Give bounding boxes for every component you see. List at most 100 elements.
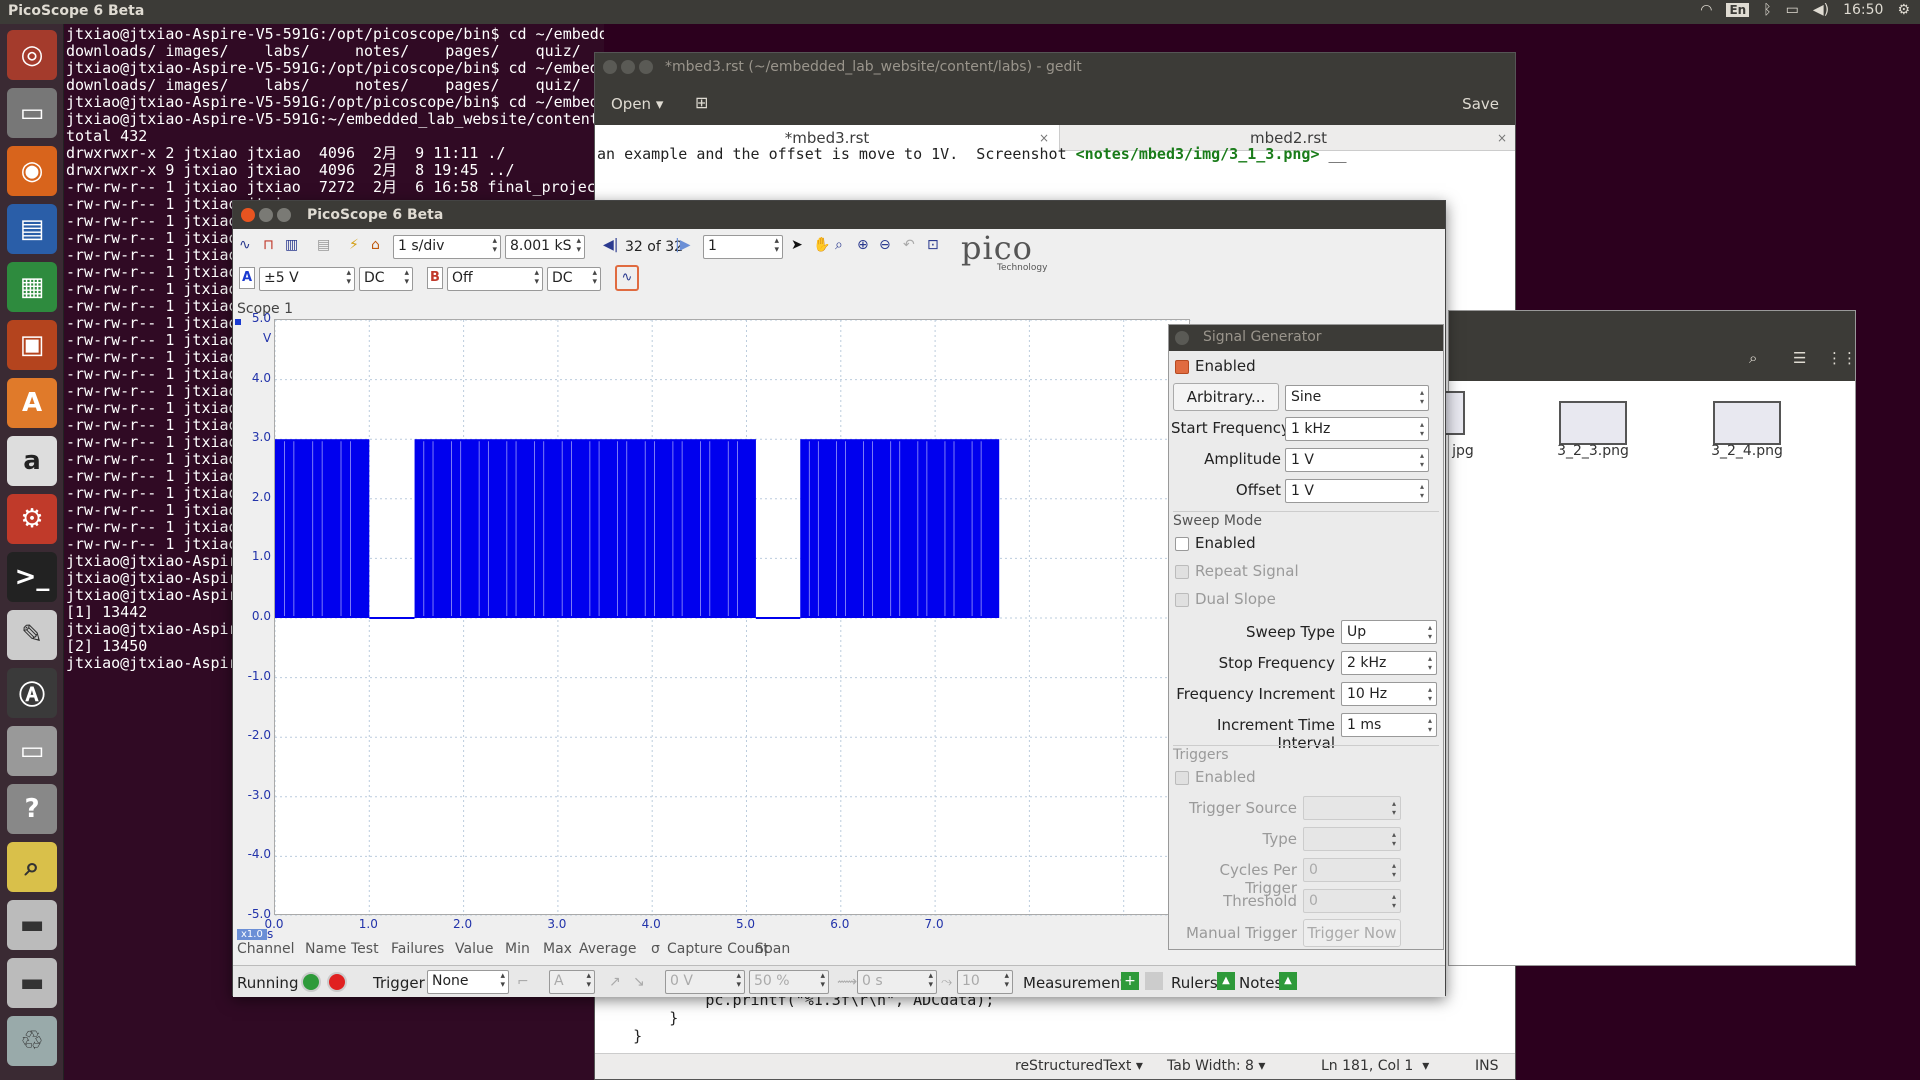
volume-icon[interactable]: ◀)	[1813, 2, 1829, 18]
system-settings-icon[interactable]: ⚙	[7, 494, 57, 544]
rulers-toggle-icon[interactable]: ▲	[1217, 972, 1235, 990]
calc-icon[interactable]: ▦	[7, 262, 57, 312]
firefox-icon[interactable]: ◉	[7, 146, 57, 196]
trigger-mode-select[interactable]: None ▴ ▾	[427, 970, 509, 994]
measure-mode-icon[interactable]: ▤	[317, 237, 330, 253]
update-manager-icon[interactable]: Ⓐ	[7, 668, 57, 718]
pointer-tool-icon[interactable]: ➤	[791, 237, 803, 253]
channel-a-range-select[interactable]: ±5 V ▴ ▾	[259, 267, 355, 291]
repeat-signal-checkbox[interactable]	[1175, 565, 1189, 579]
new-tab-icon[interactable]: ⊞	[695, 93, 708, 112]
stop-frequency-input[interactable]: 2 kHz ▴ ▾	[1341, 651, 1437, 675]
open-button[interactable]: Open ▾	[611, 95, 663, 113]
arbitrary-button[interactable]: Arbitrary...	[1173, 383, 1279, 411]
trigger-now-button[interactable]: Trigger Now	[1303, 919, 1401, 947]
start-button[interactable]	[301, 972, 321, 992]
threshold-input[interactable]: 0 ▴ ▾	[1303, 889, 1401, 913]
channel-b-button[interactable]: B	[427, 267, 443, 289]
persistence-mode-icon[interactable]: ⊓	[263, 237, 274, 253]
trigger-source-select[interactable]: ▴ ▾	[1303, 796, 1401, 820]
measurement-column-header[interactable]: Value	[455, 941, 493, 957]
trigger-count-input[interactable]: 10 ▴ ▾	[957, 970, 1013, 994]
zoom-out-icon[interactable]: ⊖	[879, 237, 891, 253]
pre-trigger-icon[interactable]: ⟿	[837, 974, 857, 990]
undo-zoom-icon[interactable]: ↶	[903, 237, 915, 253]
channel-b-range-select[interactable]: Off ▴ ▾	[447, 267, 543, 291]
picoscope-icon[interactable]: ⌕	[7, 842, 57, 892]
close-icon[interactable]	[603, 60, 617, 74]
file-name[interactable]: 3_2_3.png	[1543, 443, 1643, 459]
zoom-tool-icon[interactable]: ⌕	[835, 237, 843, 253]
grid-view-icon[interactable]: ⋮⋮	[1827, 349, 1857, 367]
scope-mode-icon[interactable]: ∿	[239, 237, 251, 253]
channel-a-coupling-select[interactable]: DC ▴ ▾	[359, 267, 413, 291]
sweep-type-select[interactable]: Up ▴ ▾	[1341, 620, 1437, 644]
hand-tool-icon[interactable]: ✋	[813, 237, 830, 253]
trigger-level-input[interactable]: 0 V ▴ ▾	[665, 970, 745, 994]
battery-icon[interactable]: ▭	[1786, 2, 1799, 18]
amazon-icon[interactable]: a	[7, 436, 57, 486]
measurement-column-header[interactable]: Min	[505, 941, 530, 957]
trigger-position-input[interactable]: 50 % ▴ ▾	[749, 970, 829, 994]
clock[interactable]: 16:50	[1843, 2, 1883, 18]
measurement-column-header[interactable]: Average	[579, 941, 637, 957]
trigger-enabled-checkbox[interactable]	[1175, 771, 1189, 785]
falling-edge-icon[interactable]: ↘	[633, 974, 645, 990]
trash-icon[interactable]: ♲	[7, 1016, 57, 1066]
enabled-checkbox[interactable]	[1175, 360, 1189, 374]
terminal-icon[interactable]: >_	[7, 552, 57, 602]
rising-edge-icon[interactable]: ↗	[609, 974, 621, 990]
minimize-icon[interactable]	[621, 60, 635, 74]
previous-buffer-icon[interactable]: ◀|	[603, 237, 618, 253]
cursor-position[interactable]: Ln 181, Col 1 ▾	[1321, 1058, 1429, 1074]
files-icon-2[interactable]: ▭	[7, 726, 57, 776]
language-selector[interactable]: reStructuredText ▾	[1015, 1058, 1143, 1074]
zoom-to-fit-icon[interactable]: ⊡	[927, 237, 939, 253]
text-editor-icon[interactable]: ✎	[7, 610, 57, 660]
hold-off-icon[interactable]: ⤳	[941, 974, 952, 990]
next-buffer-icon[interactable]: |▶	[675, 237, 690, 253]
keyboard-layout-indicator[interactable]: En	[1726, 3, 1750, 17]
editor-line[interactable]: }	[597, 1027, 642, 1045]
minimize-icon[interactable]	[259, 208, 273, 222]
settings-gear-icon[interactable]: ⚙	[1897, 2, 1910, 18]
bluetooth-icon[interactable]: ᛒ	[1763, 2, 1771, 18]
notes-toggle-icon[interactable]: ▲	[1279, 972, 1297, 990]
editor-line[interactable]: an example and the offset is move to 1V.…	[597, 145, 1347, 163]
scope-plot[interactable]	[274, 319, 1191, 917]
measurement-column-header[interactable]: Test	[351, 941, 379, 957]
stop-button[interactable]	[327, 972, 347, 992]
waveform-select[interactable]: Sine ▴ ▾	[1285, 385, 1429, 411]
file-thumbnail[interactable]	[1713, 401, 1781, 445]
file-name[interactable]: 3_2_4.png	[1697, 443, 1797, 459]
help-icon[interactable]: ?	[7, 784, 57, 834]
software-center-icon[interactable]: A	[7, 378, 57, 428]
save-button[interactable]: Save	[1462, 95, 1499, 113]
measurement-column-header[interactable]: Capture Count	[667, 941, 769, 957]
edit-measurement-icon[interactable]	[1145, 972, 1163, 990]
close-tab-icon[interactable]: ×	[1497, 125, 1507, 151]
tab-width-selector[interactable]: Tab Width: 8 ▾	[1167, 1058, 1265, 1074]
measurement-column-header[interactable]: Failures	[391, 941, 444, 957]
signal-generator-button[interactable]: ∿	[615, 265, 639, 291]
channel-a-button[interactable]: A	[239, 267, 255, 289]
frequency-increment-input[interactable]: 10 Hz ▴ ▾	[1341, 682, 1437, 706]
close-icon[interactable]	[1175, 331, 1189, 345]
capture-count-input[interactable]: 1 ▴ ▾	[703, 235, 783, 259]
maximize-icon[interactable]	[277, 208, 291, 222]
start-frequency-input[interactable]: 1 kHz ▴ ▾	[1285, 417, 1429, 441]
add-measurement-icon[interactable]: +	[1121, 972, 1139, 990]
increment-interval-input[interactable]: 1 ms ▴ ▾	[1341, 713, 1437, 737]
file-thumbnail[interactable]	[1559, 401, 1627, 445]
amplitude-input[interactable]: 1 V ▴ ▾	[1285, 448, 1429, 472]
cycles-per-trigger-input[interactable]: 0 ▴ ▾	[1303, 858, 1401, 882]
advanced-trigger-icon[interactable]: ⌐	[517, 974, 529, 990]
trigger-delay-input[interactable]: 0 s ▴ ▾	[857, 970, 937, 994]
measurement-column-header[interactable]: σ	[651, 941, 660, 957]
zoom-in-icon[interactable]: ⊕	[857, 237, 869, 253]
disk-icon[interactable]: ▬	[7, 900, 57, 950]
measurement-column-header[interactable]: Name	[305, 941, 346, 957]
wifi-icon[interactable]: ◠	[1700, 2, 1712, 18]
writer-icon[interactable]: ▤	[7, 204, 57, 254]
search-icon[interactable]: ⌕	[1749, 349, 1757, 367]
